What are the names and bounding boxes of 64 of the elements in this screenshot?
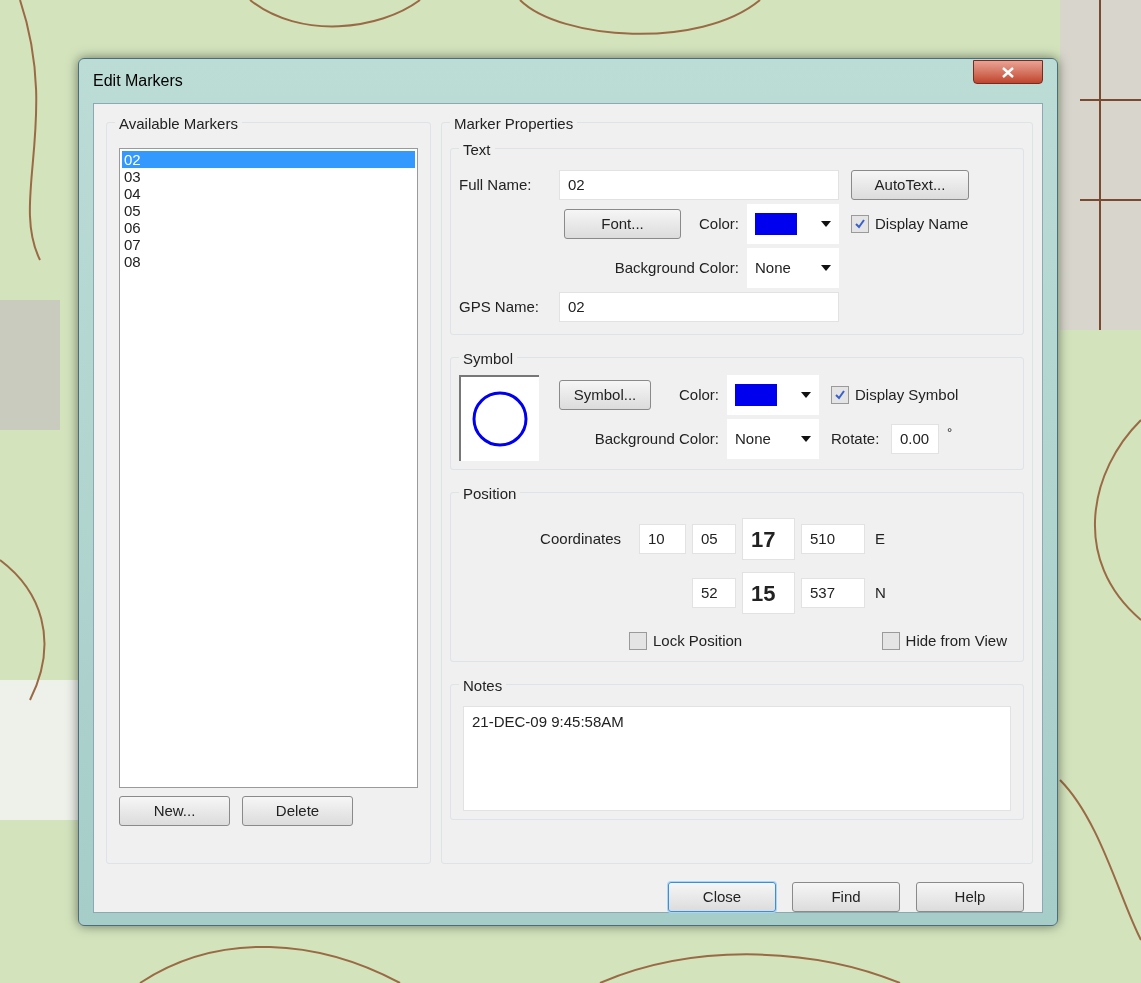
background-color-dropdown[interactable]: None [747,248,839,288]
checkbox-label: Lock Position [653,631,743,651]
full-name-field[interactable]: 02 [559,170,839,200]
coordinate-field[interactable]: 17 [742,518,795,560]
coordinate-field[interactable]: 05 [692,524,736,554]
color-dropdown[interactable] [747,204,839,244]
close-dialog-button[interactable]: Close [668,882,776,912]
symbol-button[interactable]: Symbol... [559,380,651,410]
coordinate-field[interactable]: 15 [742,572,795,614]
group-label: Text [463,141,491,158]
checkbox-label: Hide from View [905,631,1007,651]
caret-icon [821,265,831,271]
display-symbol-checkbox[interactable] [831,386,849,404]
caret-icon [821,221,831,227]
group-label: Symbol [463,350,514,367]
autotext-button[interactable]: AutoText... [851,170,969,200]
group-label: Available Markers [119,115,238,132]
coordinate-field[interactable]: 52 [692,578,736,608]
field-label: Color: [698,213,740,234]
lock-position-checkbox[interactable] [629,632,647,651]
coordinate-field[interactable]: 10 [639,524,686,554]
new-button[interactable]: New... [119,796,230,826]
coordinate-field[interactable]: 510 [801,524,865,554]
group-label: Marker Properties [454,115,574,132]
hemisphere-label: E [875,528,885,549]
hemisphere-label: N [875,582,886,603]
checkbox-label: Display Name [875,213,969,234]
circle-icon [472,391,528,447]
list-item[interactable]: 05 [122,202,415,219]
field-label: GPS Name: [459,296,541,317]
delete-button[interactable]: Delete [242,796,353,826]
background-color-dropdown[interactable]: None [727,419,819,459]
close-icon [1002,66,1014,78]
rotate-field[interactable]: 0.00 [891,424,939,454]
display-name-checkbox[interactable] [851,215,869,233]
list-item[interactable]: 06 [122,219,415,236]
caret-icon [801,436,811,442]
list-item[interactable]: 07 [122,236,415,253]
checkmark-icon [854,218,866,230]
checkbox-label: Display Symbol [855,384,959,405]
window-title: Edit Markers [93,71,183,91]
group-label: Position [463,485,517,502]
field-label: Color: [678,384,720,405]
field-label: Background Color: [593,428,720,449]
list-item[interactable]: 03 [122,168,415,185]
field-label: Full Name: [459,174,533,195]
field-label: Rotate: [831,428,881,449]
degree-sign: ° [947,424,953,442]
checkmark-icon [834,389,846,401]
group-label: Notes [463,676,503,694]
caret-icon [801,392,811,398]
notes-field[interactable]: 21-DEC-09 9:45:58AM [463,705,1011,811]
help-button[interactable]: Help [916,882,1024,912]
list-item[interactable]: 04 [122,185,415,202]
list-item[interactable]: 08 [122,253,415,270]
coordinate-field[interactable]: 537 [801,578,865,608]
field-label: Background Color: [613,257,740,278]
find-button[interactable]: Find [792,882,900,912]
hide-from-view-checkbox[interactable] [881,632,900,651]
coordinates-label: Coordinates [540,530,621,547]
close-button[interactable] [973,60,1043,84]
gps-name-field[interactable]: 02 [559,292,839,322]
color-dropdown[interactable] [727,375,819,415]
font-button[interactable]: Font... [564,209,681,239]
